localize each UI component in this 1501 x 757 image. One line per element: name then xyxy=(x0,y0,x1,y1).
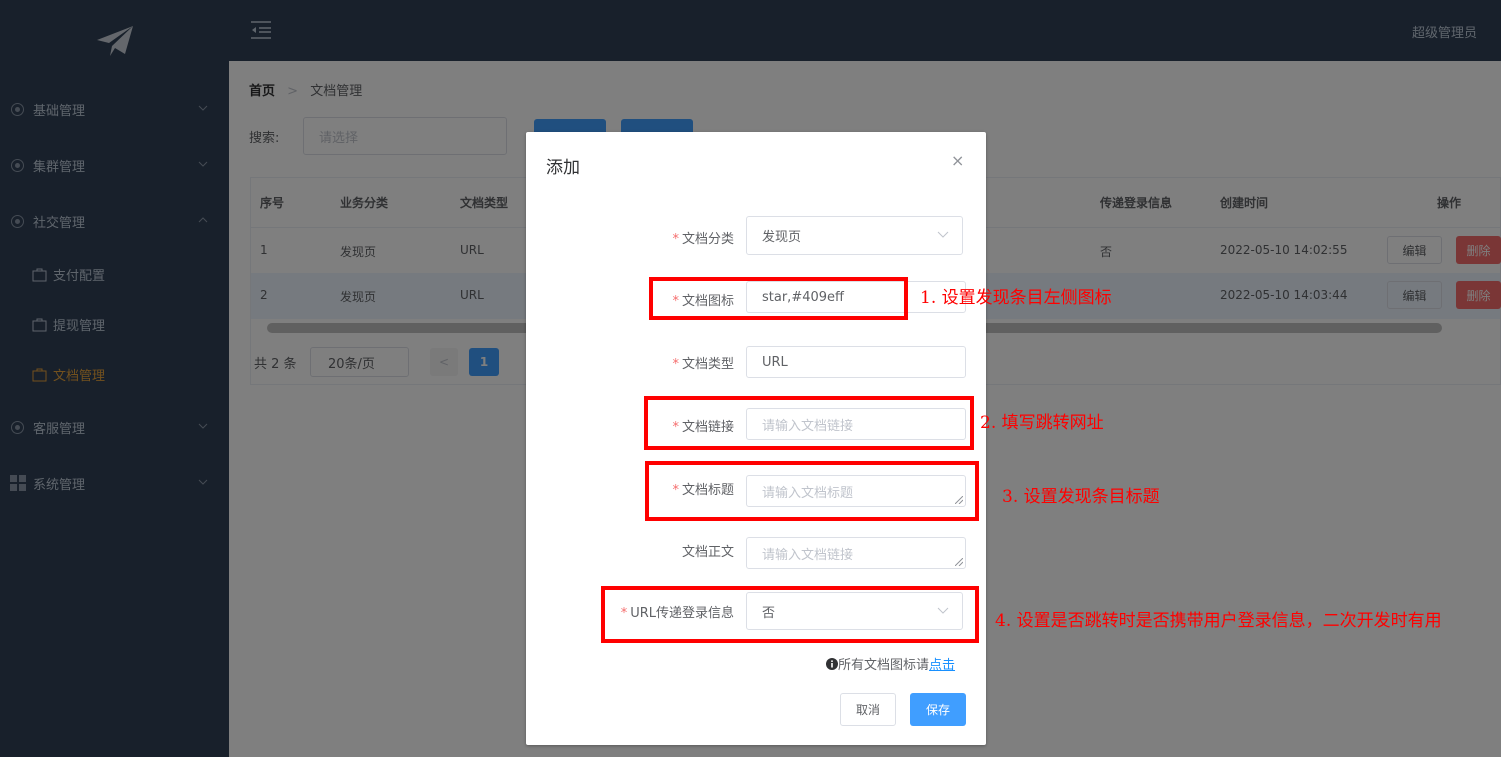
annotation-box-title xyxy=(645,461,979,521)
dialog-title: 添加 xyxy=(546,158,580,178)
annotation-note-2: 2. 填写跳转网址 xyxy=(980,413,1104,433)
close-icon[interactable]: × xyxy=(951,151,964,170)
info-icon xyxy=(826,658,838,670)
cancel-button[interactable]: 取消 xyxy=(840,693,896,726)
annotation-note-1: 1. 设置发现条目左侧图标 xyxy=(920,288,1112,308)
body-textarea[interactable]: 请输入文档链接 xyxy=(746,537,966,569)
resize-handle-icon[interactable] xyxy=(955,558,963,566)
chevron-down-icon xyxy=(937,231,949,238)
type-input[interactable]: URL xyxy=(746,346,966,378)
category-select[interactable]: 发现页 xyxy=(746,216,963,255)
annotation-box-pass-login xyxy=(601,586,979,643)
category-select-value: 发现页 xyxy=(762,230,802,245)
icon-hint-text: 所有文档图标请 xyxy=(838,658,930,673)
field-label-category: * 文档分类 xyxy=(672,232,734,247)
body-textarea-placeholder: 请输入文档链接 xyxy=(762,547,854,563)
annotation-box-link xyxy=(644,396,974,450)
type-input-value: URL xyxy=(762,354,788,370)
annotation-box-icon xyxy=(649,277,908,320)
save-button[interactable]: 保存 xyxy=(910,693,966,726)
icon-hint: 所有文档图标请点击 xyxy=(826,654,955,673)
icon-hint-link[interactable]: 点击 xyxy=(929,658,955,673)
field-label-body: 文档正文 xyxy=(681,545,734,560)
annotation-note-4: 4. 设置是否跳转时是否携带用户登录信息，二次开发时有用 xyxy=(995,611,1442,631)
field-label-type: * 文档类型 xyxy=(672,357,734,372)
annotation-note-3: 3. 设置发现条目标题 xyxy=(1002,487,1160,507)
